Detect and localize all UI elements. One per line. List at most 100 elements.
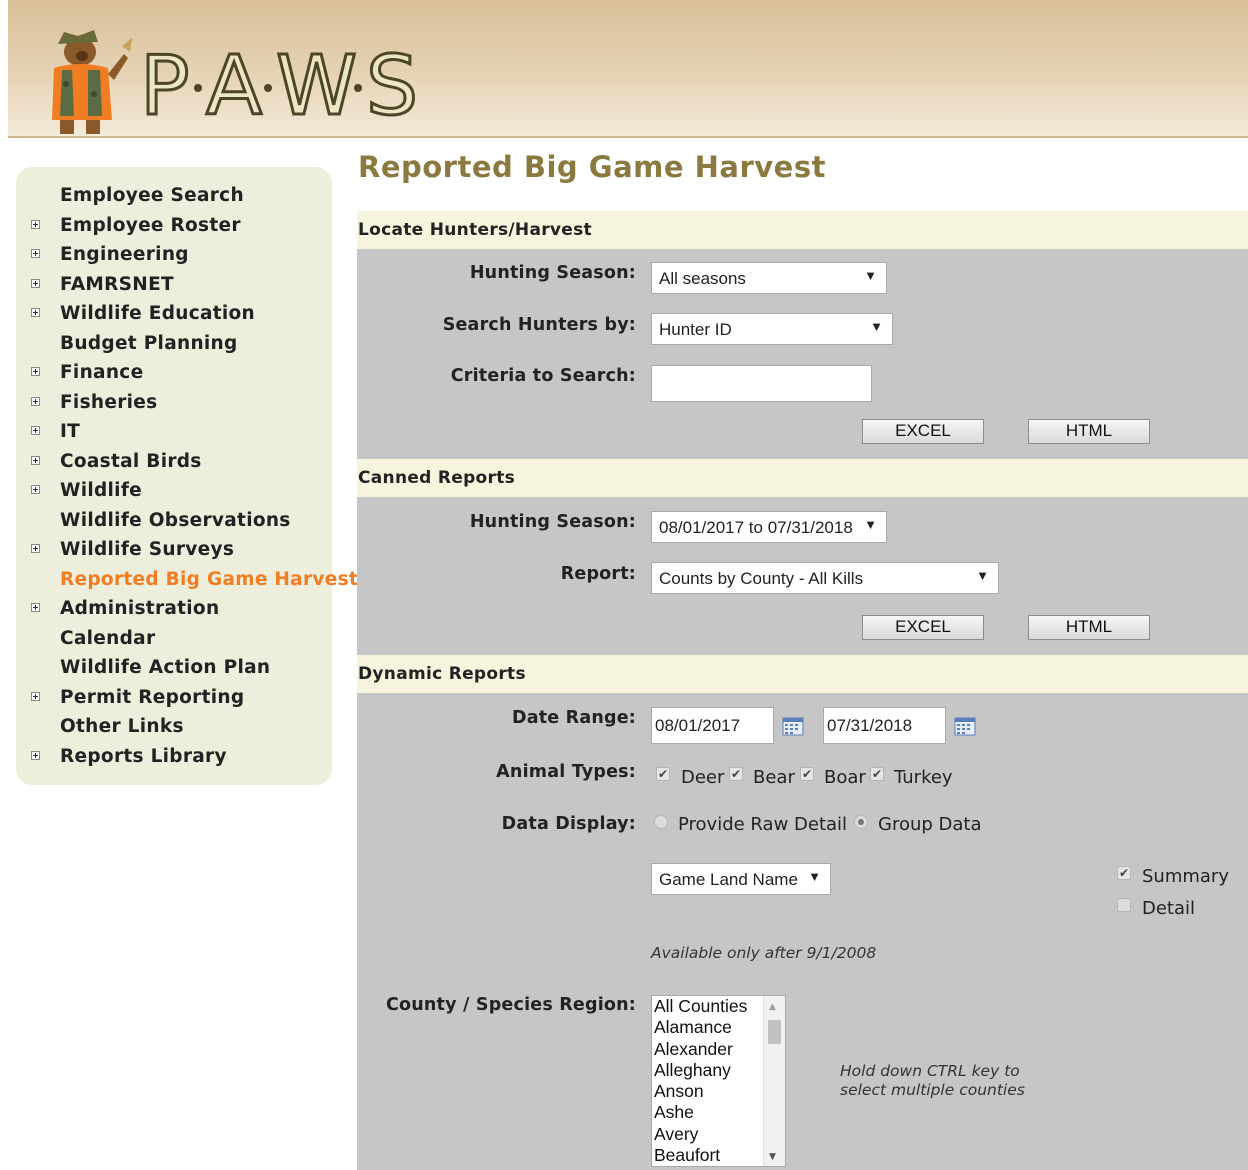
locate-html-button[interactable]: HTML [1028,419,1150,444]
select-value: Hunter ID [659,320,732,339]
bear-label: Bear [753,767,795,788]
dropdown-arrow-icon: ▼ [976,568,989,583]
bear-checkbox[interactable]: ✔ [729,767,743,781]
section-body-dynamic [357,693,1248,1170]
sidebar-item-label: Finance [60,362,144,383]
expand-plus-icon[interactable] [31,396,40,406]
expand-plus-icon[interactable] [31,367,40,376]
sidebar-item-employee-roster[interactable]: Employee Roster [16,211,332,240]
boar-checkbox[interactable]: ✔ [800,767,814,781]
sidebar-item-label: IT [60,421,81,442]
raw-detail-radio[interactable] [654,815,668,829]
report-select[interactable]: Counts by County - All Kills ▼ [651,562,999,594]
expand-plus-icon[interactable] [31,219,40,229]
sidebar-item-label: Wildlife [60,480,143,501]
sidebar-item-permit-reporting[interactable]: Permit Reporting [16,683,332,712]
scroll-down-icon[interactable]: ▼ [769,1152,776,1162]
sidebar-item-label: Budget Planning [60,332,238,354]
sidebar-item-wildlife-action-plan[interactable]: Wildlife Action Plan [16,653,332,682]
data-display-label: Data Display: [501,814,636,834]
listbox-scrollbar[interactable]: ▲ ▼ [763,996,785,1166]
sidebar-item-calendar[interactable]: Calendar [16,624,332,653]
detail-checkbox[interactable] [1117,898,1131,912]
canned-hunting-season-label: Hunting Season: [469,512,636,532]
sidebar-item-label: Reported Big Game Harvest [60,568,359,590]
deer-label: Deer [681,767,725,788]
expand-plus-icon[interactable] [31,750,40,760]
sidebar-item-budget-planning[interactable]: Budget Planning [16,329,332,358]
sidebar-item-reports-library[interactable]: Reports Library [16,742,332,771]
search-hunters-by-select[interactable]: Hunter ID ▼ [651,313,893,345]
canned-hunting-season-select[interactable]: 08/01/2017 to 07/31/2018 ▼ [651,511,887,543]
sidebar-item-label: Wildlife Observations [60,509,291,531]
sidebar-item-reported-big-game-harvest[interactable]: Reported Big Game Harvest [16,565,358,594]
criteria-search-input[interactable] [651,365,872,402]
calendar-icon[interactable] [782,716,804,736]
sidebar-item-finance[interactable]: Finance [16,358,332,387]
availability-note: Available only after 9/1/2008 [651,944,877,962]
turkey-checkbox[interactable]: ✔ [870,767,884,781]
select-value: Counts by County - All Kills [659,569,864,588]
paws-logo: P A W S [139,38,420,129]
detail-label: Detail [1142,898,1196,919]
date-to-input[interactable]: 07/31/2018 [823,707,946,744]
sidebar-item-label: Administration [60,598,220,619]
locate-excel-button[interactable]: EXCEL [862,419,984,444]
expand-plus-icon[interactable] [31,485,40,494]
sidebar-item-coastal-birds[interactable]: Coastal Birds [16,447,332,476]
section-heading-canned: Canned Reports [357,459,1248,497]
report-label: Report: [560,564,636,584]
expand-plus-icon[interactable] [31,455,40,465]
scroll-up-icon[interactable]: ▲ [769,1002,776,1012]
date-range-label: Date Range: [512,708,636,728]
expand-plus-icon[interactable] [31,603,40,612]
sidebar-item-famrsnet[interactable]: FAMRSNET [16,270,332,299]
group-data-label: Group Data [878,814,982,835]
sidebar-item-label: Engineering [60,244,189,265]
group-data-radio[interactable] [854,815,868,829]
page-header: P A W S [8,0,1248,138]
expand-plus-icon[interactable] [31,278,40,288]
sidebar-item-it[interactable]: IT [16,417,332,446]
summary-checkbox[interactable]: ✔ [1117,866,1131,880]
expand-plus-icon[interactable] [31,691,40,701]
section-title: Dynamic Reports [358,664,526,684]
sidebar-item-wildlife-education[interactable]: Wildlife Education [16,299,332,328]
sidebar-item-wildlife-observations[interactable]: Wildlife Observations [16,506,332,535]
expand-plus-icon[interactable] [31,544,40,553]
sidebar-item-other-links[interactable]: Other Links [16,712,332,741]
expand-plus-icon[interactable] [31,426,40,435]
date-from-input[interactable]: 08/01/2017 [651,707,774,744]
sidebar-item-wildlife-surveys[interactable]: Wildlife Surveys [16,535,332,564]
select-value: 08/01/2017 to 07/31/2018 [659,518,853,537]
sidebar-item-label: Fisheries [60,391,158,413]
canned-excel-button[interactable]: EXCEL [862,615,984,640]
sidebar-nav: Employee Search Employee Roster Engineerin… [16,167,358,785]
sidebar-item-fisheries[interactable]: Fisheries [16,388,332,417]
sidebar-item-administration[interactable]: Administration [16,594,332,623]
scroll-thumb[interactable] [768,1020,781,1044]
expand-plus-icon[interactable] [31,249,40,258]
svg-text:A: A [206,39,262,128]
hunting-season-select[interactable]: All seasons ▼ [651,262,887,294]
sidebar-item-engineering[interactable]: Engineering [16,240,332,269]
county-species-region-label: County / Species Region: [385,995,636,1015]
calendar-icon[interactable] [954,716,976,736]
turkey-label: Turkey [894,767,953,788]
section-title: Locate Hunters/Harvest [358,220,592,240]
group-by-select[interactable]: Game Land Name ▼ [651,863,831,895]
select-value: Game Land Name [659,870,798,889]
sidebar-item-wildlife[interactable]: Wildlife [16,476,332,505]
dropdown-arrow-icon: ▼ [864,268,877,283]
county-listbox[interactable]: All Counties Alamance Alexander Alleghany An… [651,995,786,1167]
canned-html-button[interactable]: HTML [1028,615,1150,640]
deer-checkbox[interactable]: ✔ [656,767,670,781]
dropdown-arrow-icon: ▼ [808,869,821,884]
sidebar-item-label: Wildlife Action Plan [60,657,271,678]
svg-text:S: S [366,39,418,128]
sidebar-item-employee-search[interactable]: Employee Search [16,181,332,210]
expand-plus-icon[interactable] [31,308,40,317]
section-title: Canned Reports [358,468,516,488]
dropdown-arrow-icon: ▼ [870,319,883,334]
boar-label: Boar [824,767,866,788]
